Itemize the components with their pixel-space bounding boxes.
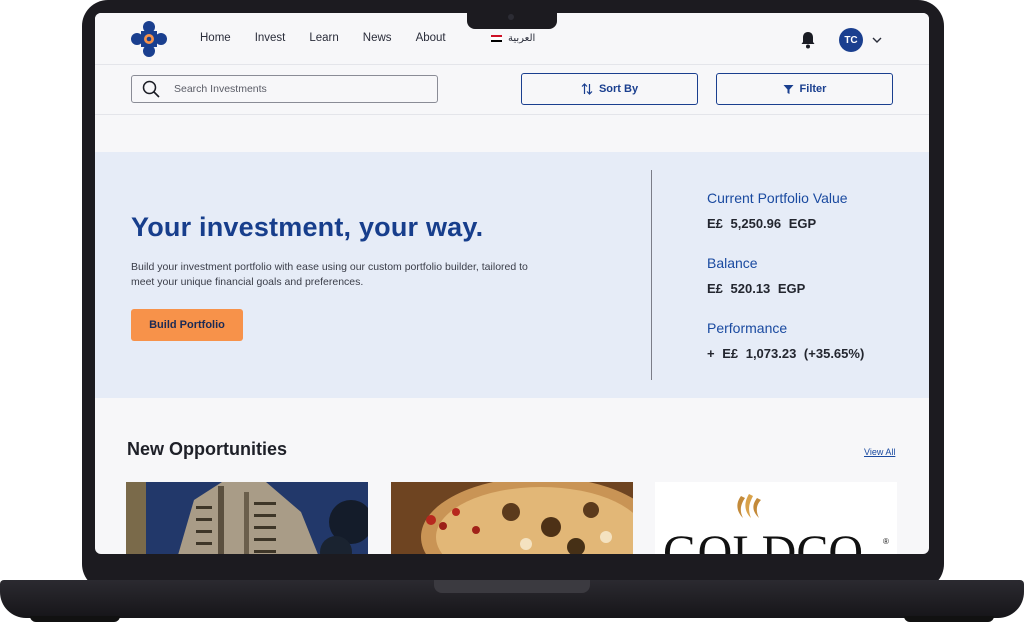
filter-label: Filter bbox=[799, 83, 827, 95]
camera-notch bbox=[467, 8, 557, 29]
hero-description: Build your investment portfolio with eas… bbox=[131, 261, 528, 288]
opportunity-card-building[interactable] bbox=[126, 482, 368, 554]
main-nav: Home Invest Learn News About bbox=[200, 32, 470, 44]
laptop-foot bbox=[904, 616, 994, 622]
bell-icon[interactable] bbox=[798, 30, 818, 50]
language-switcher[interactable]: العربية bbox=[491, 33, 535, 44]
building-photo bbox=[126, 482, 368, 554]
goldco-logo: GOLDCO ® bbox=[663, 494, 889, 554]
portfolio-value-label: Current Portfolio Value bbox=[707, 190, 848, 206]
laptop-foot bbox=[30, 616, 120, 622]
nav-about[interactable]: About bbox=[416, 32, 446, 44]
camera-icon bbox=[508, 14, 514, 20]
nav-learn[interactable]: Learn bbox=[309, 32, 338, 44]
performance-label: Performance bbox=[707, 320, 788, 336]
sort-button[interactable]: Sort By bbox=[521, 73, 698, 105]
nav-news[interactable]: News bbox=[363, 32, 392, 44]
opportunity-card-goldco[interactable]: GOLDCO ® bbox=[655, 482, 897, 554]
chevron-down-icon[interactable] bbox=[871, 34, 883, 46]
search-icon bbox=[142, 80, 160, 98]
pizza-photo bbox=[391, 482, 633, 554]
nav-invest[interactable]: Invest bbox=[255, 32, 286, 44]
sort-label: Sort By bbox=[598, 83, 639, 95]
svg-text:®: ® bbox=[883, 537, 889, 546]
laptop-hinge bbox=[434, 580, 590, 593]
balance-label: Balance bbox=[707, 255, 758, 271]
search-toolbar: Sort By Filter bbox=[95, 65, 929, 115]
hero-title: Your investment, your way. bbox=[131, 212, 484, 242]
search-input[interactable] bbox=[174, 83, 404, 95]
section-title: New Opportunities bbox=[127, 439, 288, 459]
hero-divider bbox=[651, 170, 652, 380]
filter-button[interactable]: Filter bbox=[716, 73, 893, 105]
nav-home[interactable]: Home bbox=[200, 32, 231, 44]
funnel-icon bbox=[783, 84, 794, 94]
goldco-logo-text: GOLDCO bbox=[663, 526, 863, 554]
language-label: العربية bbox=[508, 33, 536, 44]
balance-value: E£ 520.13 EGP bbox=[707, 281, 806, 296]
hero-banner: Your investment, your way. Build your in… bbox=[95, 152, 929, 398]
opportunity-card-pizza[interactable] bbox=[391, 482, 633, 554]
performance-value: + E£ 1,073.23 (+35.65%) bbox=[707, 346, 865, 361]
cross-logo-icon[interactable] bbox=[131, 21, 167, 57]
egypt-flag-icon bbox=[491, 35, 502, 42]
search-box bbox=[131, 75, 438, 103]
app-screen: Home Invest Learn News About العربية TC bbox=[95, 13, 929, 554]
sort-arrows-icon bbox=[581, 83, 593, 95]
build-portfolio-button[interactable]: Build Portfolio bbox=[131, 309, 243, 341]
avatar[interactable]: TC bbox=[839, 28, 863, 52]
portfolio-value: E£ 5,250.96 EGP bbox=[707, 216, 817, 231]
laptop-base bbox=[0, 580, 1024, 618]
view-all-link[interactable]: View All bbox=[864, 447, 895, 457]
